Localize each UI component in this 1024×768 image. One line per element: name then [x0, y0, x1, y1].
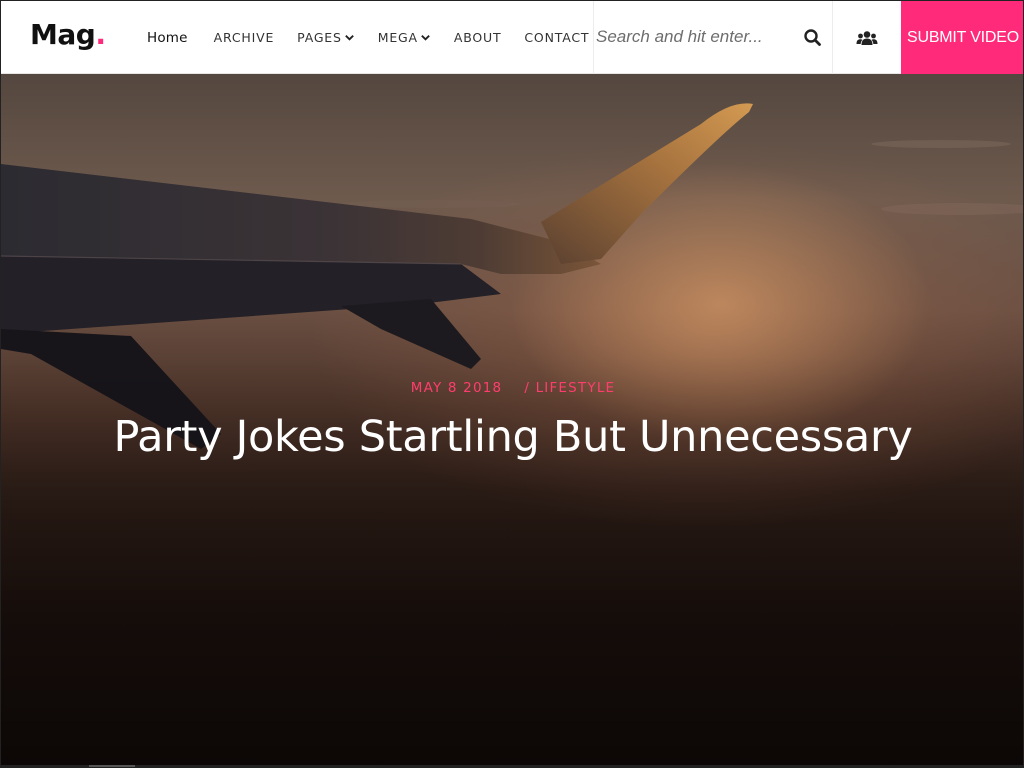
users-button[interactable]	[833, 1, 901, 74]
nav-item-label[interactable]: Home	[147, 30, 188, 46]
nav-item-pages[interactable]: PAGES	[297, 30, 355, 45]
cloud-shape	[871, 140, 1011, 148]
chevron-down-icon	[421, 35, 430, 41]
nav-item-contact[interactable]: CONTACT	[524, 30, 589, 45]
cloud-shape	[881, 203, 1023, 215]
page-frame: Mag. Home ARCHIVE PAGES MEGA ABOUT CONTA…	[0, 0, 1024, 768]
hero-banner[interactable]: MAY 8 2018 / LIFESTYLE Party Jokes Startl…	[1, 74, 1023, 767]
post-date: MAY 8 2018	[410, 380, 503, 396]
site-header: Mag. Home ARCHIVE PAGES MEGA ABOUT CONTA…	[1, 1, 1023, 74]
submit-video-label[interactable]: SUBMIT VIDEO	[907, 29, 1019, 47]
post-meta: MAY 8 2018 / LIFESTYLE	[1, 380, 1023, 396]
submit-video-button[interactable]: SUBMIT VIDEO	[901, 1, 1023, 74]
chevron-down-icon	[344, 35, 354, 41]
post-category[interactable]: / LIFESTYLE	[524, 380, 615, 396]
search-input[interactable]	[596, 23, 786, 51]
search-icon[interactable]	[802, 27, 824, 49]
post-title[interactable]: Party Jokes Startling But Unnecessary	[1, 412, 1023, 462]
nav-item-home[interactable]: Home	[147, 30, 188, 46]
users-icon[interactable]	[856, 30, 878, 46]
logo-text[interactable]: Mag	[30, 18, 96, 51]
nav-item-label[interactable]: ABOUT	[454, 30, 502, 45]
nav-item-mega[interactable]: MEGA	[378, 30, 431, 45]
main-nav: Home ARCHIVE PAGES MEGA ABOUT CONTACT	[147, 1, 612, 74]
nav-item-about[interactable]: ABOUT	[454, 30, 502, 45]
search-box	[593, 1, 833, 74]
logo-dot: .	[95, 18, 106, 51]
cloud-shape	[341, 200, 521, 208]
site-logo[interactable]: Mag.	[30, 18, 106, 51]
nav-item-label[interactable]: ARCHIVE	[214, 30, 274, 45]
nav-item-label[interactable]: PAGES	[297, 30, 342, 45]
winglet	[541, 103, 753, 264]
nav-item-label[interactable]: MEGA	[378, 30, 418, 45]
nav-item-archive[interactable]: ARCHIVE	[214, 30, 274, 45]
nav-item-label[interactable]: CONTACT	[524, 30, 589, 45]
